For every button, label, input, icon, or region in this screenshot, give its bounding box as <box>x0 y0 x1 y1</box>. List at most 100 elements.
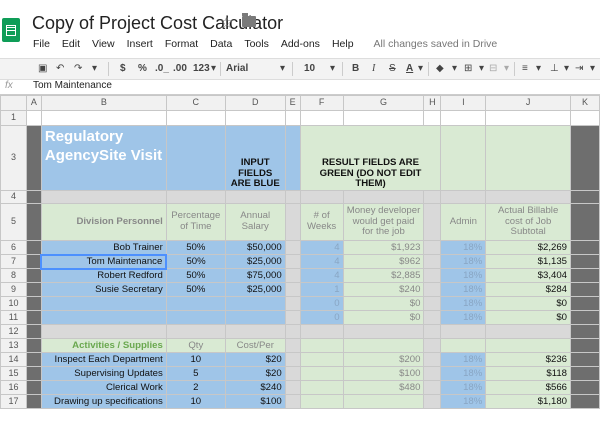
chevron-down-icon[interactable]: ▾ <box>330 61 335 77</box>
weeks-cell[interactable]: 0 <box>299 310 344 325</box>
money-cell[interactable]: $240 <box>342 282 425 297</box>
admin-cell[interactable]: 18% <box>440 366 487 381</box>
percentage-cell[interactable] <box>165 310 226 325</box>
chevron-down-icon[interactable]: ▾ <box>479 61 484 77</box>
sheets-logo-icon[interactable] <box>2 18 20 42</box>
chevron-down-icon[interactable]: ▾ <box>418 61 423 77</box>
paint-format-icon[interactable]: ▾ <box>92 61 97 77</box>
qty-cell[interactable]: 5 <box>165 366 226 381</box>
money-cell[interactable]: $0 <box>342 310 425 325</box>
menu-help[interactable]: Help <box>332 38 354 50</box>
cell[interactable] <box>570 240 600 255</box>
cell[interactable] <box>224 324 286 339</box>
admin-cell[interactable]: 18% <box>440 352 487 367</box>
row-number[interactable]: 11 <box>0 310 27 325</box>
cell[interactable] <box>570 125 600 191</box>
cell[interactable] <box>284 380 301 395</box>
column-header[interactable]: C <box>165 95 226 111</box>
money-cell[interactable]: $200 <box>342 352 425 367</box>
menu-addons[interactable]: Add-ons <box>281 38 320 50</box>
cell[interactable] <box>284 190 301 204</box>
column-header[interactable]: H <box>423 95 442 111</box>
save-status[interactable]: All changes saved in Drive <box>374 38 498 50</box>
billable-cell[interactable]: $236 <box>485 352 572 367</box>
activity-name-cell[interactable]: Supervising Updates <box>40 366 167 381</box>
merge-cells-icon[interactable]: ⊟ <box>489 61 497 77</box>
cell[interactable] <box>570 352 600 367</box>
percentage-cell[interactable] <box>165 296 226 311</box>
cell[interactable] <box>423 338 442 353</box>
column-header[interactable]: J <box>485 95 572 111</box>
activity-name-cell[interactable]: Inspect Each Department <box>40 352 167 367</box>
salary-cell[interactable]: $50,000 <box>224 240 286 255</box>
cell[interactable] <box>284 203 301 241</box>
cell[interactable] <box>25 310 42 325</box>
cell[interactable] <box>299 338 344 353</box>
cell[interactable] <box>40 190 167 204</box>
row-number[interactable]: 5 <box>0 203 27 241</box>
cell[interactable] <box>570 110 600 126</box>
percentage-cell[interactable]: 50% <box>165 282 226 297</box>
cell[interactable] <box>299 190 344 204</box>
fill-color-icon[interactable]: ◆ <box>436 61 444 77</box>
personnel-name-cell[interactable]: Bob Trainer <box>40 240 167 255</box>
font-select[interactable]: Arial <box>226 61 248 77</box>
row-number[interactable]: 12 <box>0 324 27 339</box>
cell[interactable] <box>485 324 572 339</box>
cell[interactable] <box>440 110 487 126</box>
row-number[interactable]: 3 <box>0 125 27 191</box>
cell[interactable] <box>25 380 42 395</box>
cell[interactable] <box>25 254 42 269</box>
cell[interactable] <box>165 125 226 191</box>
cell[interactable] <box>570 282 600 297</box>
cell[interactable] <box>25 296 42 311</box>
division-personnel-header[interactable]: Division Personnel <box>40 203 167 241</box>
more-formats-button[interactable]: 123 <box>193 61 210 77</box>
row-number[interactable]: 10 <box>0 296 27 311</box>
billable-cell[interactable]: $118 <box>485 366 572 381</box>
input-note-cell[interactable]: INPUT FIELDS ARE BLUE <box>224 125 286 191</box>
cell[interactable] <box>284 352 301 367</box>
cell[interactable] <box>165 110 226 126</box>
admin-cell[interactable]: 18% <box>440 380 487 395</box>
billable-cell[interactable]: $2,269 <box>485 240 572 255</box>
percentage-cell[interactable]: 50% <box>165 268 226 283</box>
cell[interactable] <box>299 380 344 395</box>
chevron-down-icon[interactable]: ▾ <box>590 61 595 77</box>
cell[interactable] <box>25 203 42 241</box>
text-wrap-icon[interactable]: ⇥ <box>575 61 583 77</box>
font-size-select[interactable]: 10 <box>304 61 315 77</box>
cell[interactable] <box>570 394 600 409</box>
admin-cell[interactable]: 18% <box>440 394 487 409</box>
row-number[interactable]: 9 <box>0 282 27 297</box>
cell[interactable] <box>440 125 487 191</box>
money-cell[interactable]: $962 <box>342 254 425 269</box>
qty-cell[interactable]: 10 <box>165 352 226 367</box>
admin-cell[interactable]: 18% <box>440 254 487 269</box>
result-note-cell[interactable]: RESULT FIELDS ARE GREEN (DO NOT EDIT THE… <box>299 125 442 191</box>
cell[interactable] <box>284 125 301 191</box>
chevron-down-icon[interactable]: ▾ <box>452 61 457 77</box>
cell[interactable] <box>570 203 600 241</box>
cell[interactable] <box>440 338 487 353</box>
cell[interactable] <box>299 394 344 409</box>
row-number[interactable]: 8 <box>0 268 27 283</box>
row-number[interactable]: 4 <box>0 190 27 204</box>
chevron-down-icon[interactable]: ▾ <box>504 61 509 77</box>
personnel-name-cell[interactable]: Robert Redford <box>40 268 167 283</box>
qty-cell[interactable]: 10 <box>165 394 226 409</box>
weeks-cell[interactable]: 1 <box>299 282 344 297</box>
admin-cell[interactable]: 18% <box>440 282 487 297</box>
cell[interactable] <box>423 254 442 269</box>
cost-cell[interactable]: $20 <box>224 366 286 381</box>
activity-name-cell[interactable]: Clerical Work <box>40 380 167 395</box>
billable-cell[interactable]: $0 <box>485 296 572 311</box>
column-header[interactable]: F <box>299 95 344 111</box>
row-number[interactable]: 14 <box>0 352 27 367</box>
cell[interactable] <box>423 268 442 283</box>
salary-cell[interactable] <box>224 310 286 325</box>
billable-cell[interactable]: $3,404 <box>485 268 572 283</box>
cell[interactable] <box>570 254 600 269</box>
cell[interactable] <box>25 366 42 381</box>
menu-view[interactable]: View <box>92 38 115 50</box>
